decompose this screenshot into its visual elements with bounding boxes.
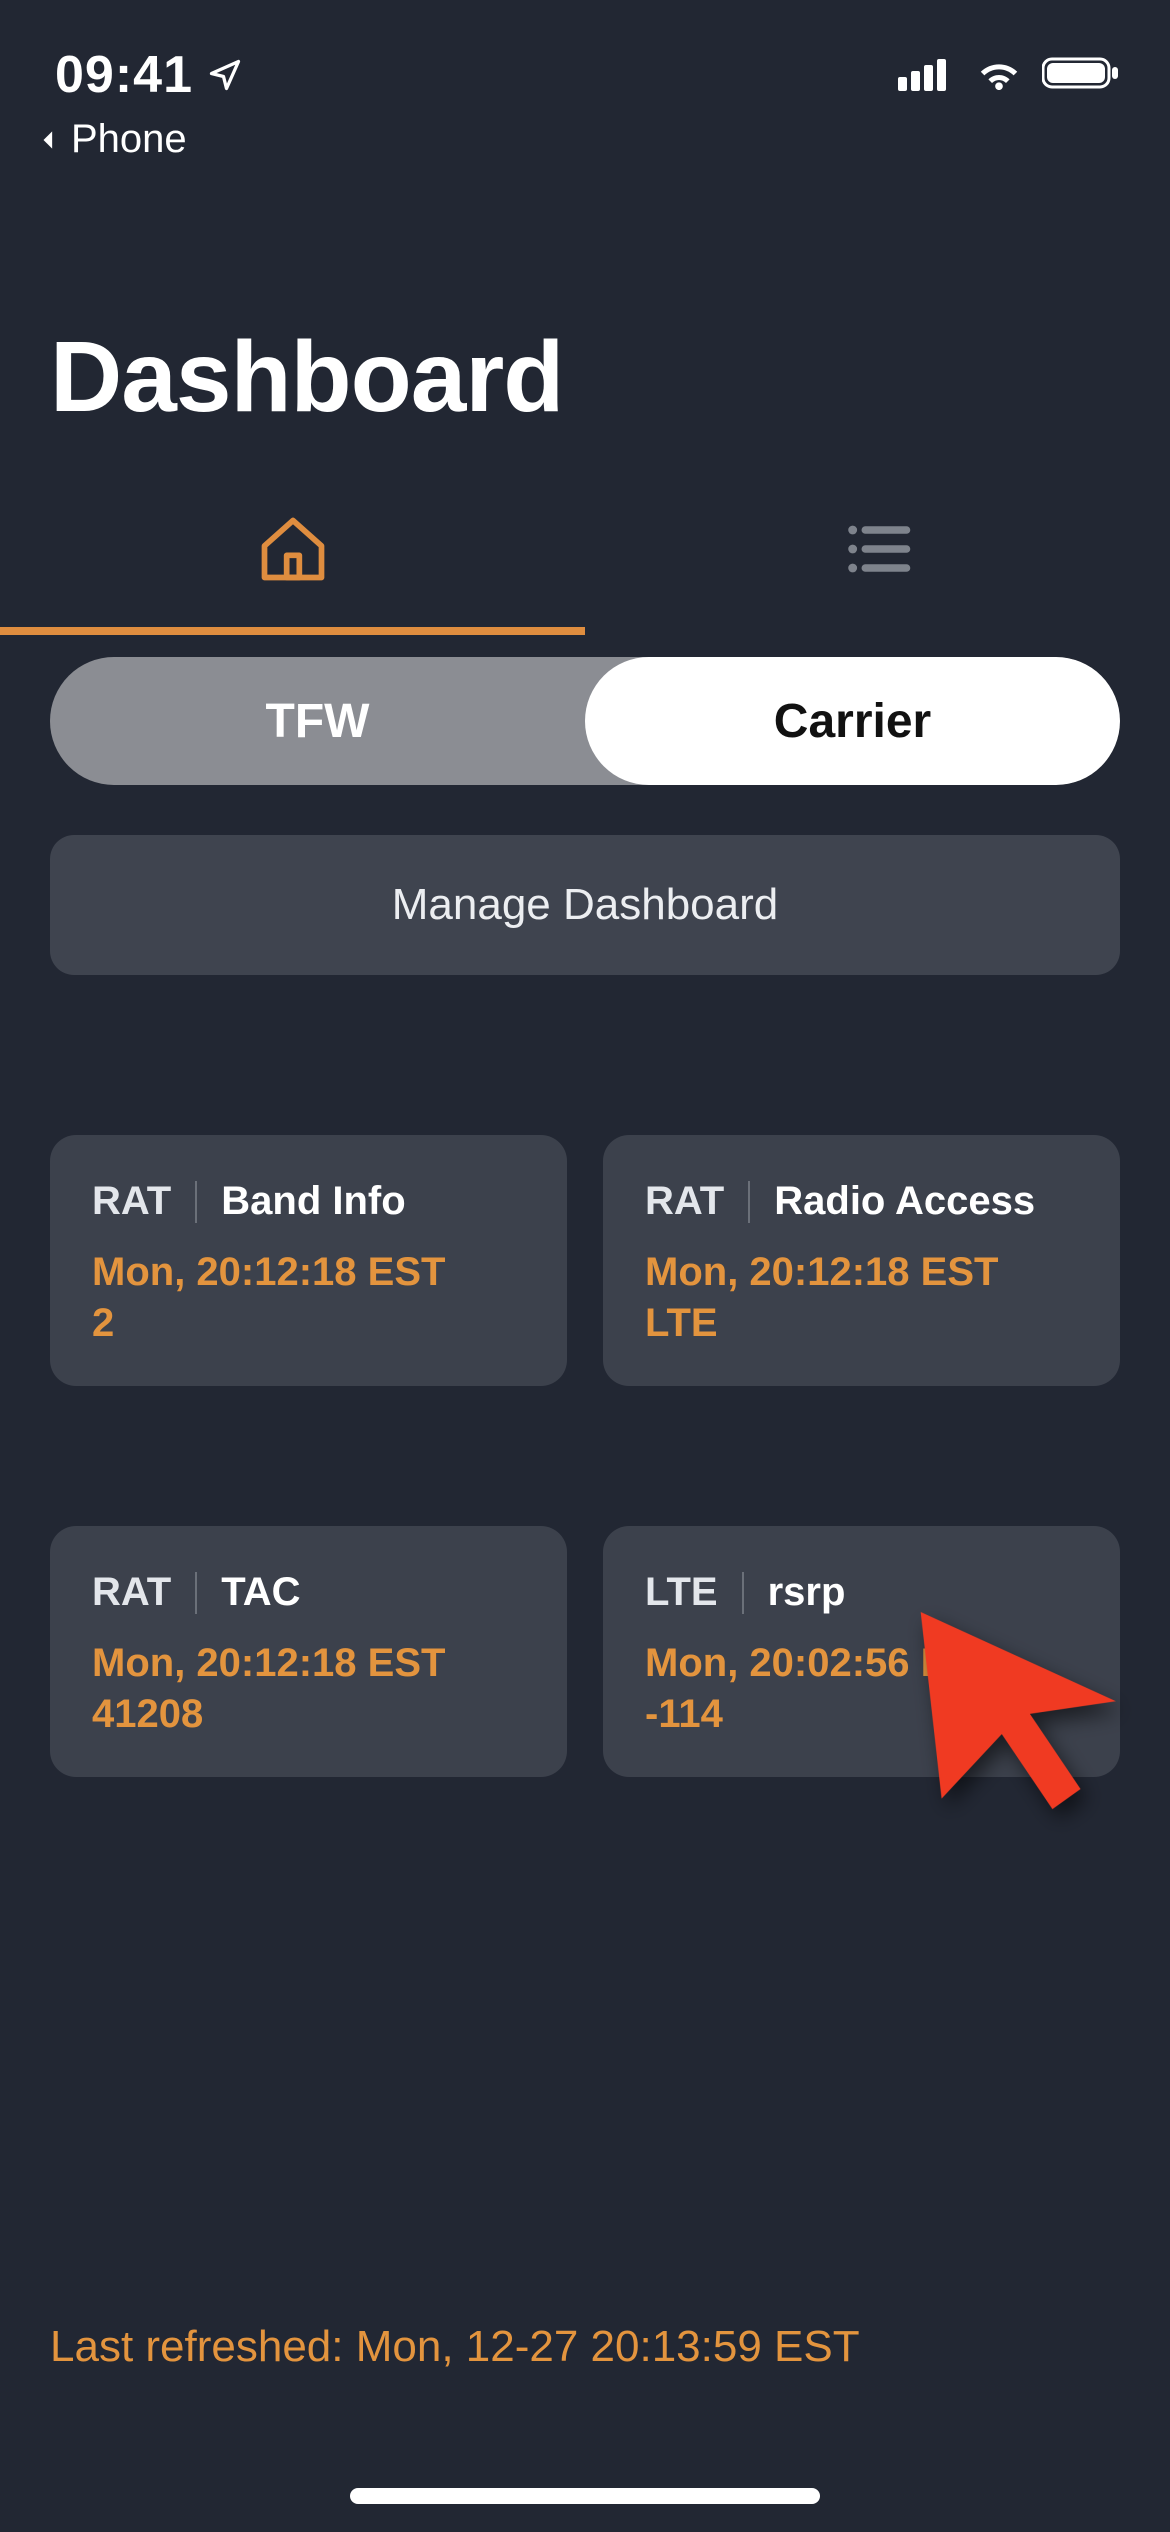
segment-carrier-label: Carrier [774, 694, 931, 749]
card-title: Band Info [221, 1179, 405, 1224]
card-value: 41208 [92, 1692, 525, 1737]
divider [195, 1572, 197, 1614]
page-title: Dashboard [0, 140, 1170, 475]
manage-dashboard-label: Manage Dashboard [392, 880, 778, 930]
carrier-segmented-control: TFW Carrier [50, 657, 1120, 785]
status-bar-right [898, 45, 1120, 91]
status-time: 09:41 [55, 45, 193, 105]
card-value: 2 [92, 1301, 525, 1346]
wifi-icon [974, 55, 1024, 91]
cellular-icon [898, 55, 956, 91]
divider [195, 1181, 197, 1223]
card-value: LTE [645, 1301, 1078, 1346]
list-icon [840, 511, 916, 592]
status-bar: 09:41 Phone [0, 0, 1170, 140]
divider [742, 1572, 744, 1614]
card-category: RAT [92, 1570, 171, 1615]
battery-icon [1042, 55, 1120, 91]
card-title: TAC [221, 1570, 300, 1615]
card-title: rsrp [768, 1570, 846, 1615]
back-to-app-button[interactable]: Phone [37, 117, 243, 162]
tab-list[interactable] [585, 475, 1170, 635]
manage-dashboard-button[interactable]: Manage Dashboard [50, 835, 1120, 975]
card-category: LTE [645, 1570, 718, 1615]
card-timestamp: Mon, 20:12:18 EST [92, 1641, 525, 1686]
segment-tfw-label: TFW [266, 694, 370, 749]
divider [748, 1181, 750, 1223]
card-category: RAT [92, 1179, 171, 1224]
back-app-label: Phone [71, 117, 187, 162]
metric-card-radio-access[interactable]: RAT Radio Access Mon, 20:12:18 EST LTE [603, 1135, 1120, 1386]
card-title: Radio Access [774, 1179, 1035, 1224]
home-icon [255, 511, 331, 592]
last-refreshed-label: Last refreshed: Mon, 12-27 20:13:59 EST [50, 2322, 860, 2372]
metric-card-tac[interactable]: RAT TAC Mon, 20:12:18 EST 41208 [50, 1526, 567, 1777]
tab-home[interactable] [0, 475, 585, 635]
location-icon [207, 57, 243, 93]
metric-card-band-info[interactable]: RAT Band Info Mon, 20:12:18 EST 2 [50, 1135, 567, 1386]
view-mode-tabs [0, 475, 1170, 635]
segment-tfw[interactable]: TFW [50, 657, 585, 785]
card-category: RAT [645, 1179, 724, 1224]
annotation-arrow-icon [891, 1576, 1139, 1824]
segment-carrier[interactable]: Carrier [585, 657, 1120, 785]
card-timestamp: Mon, 20:12:18 EST [92, 1250, 525, 1295]
home-indicator[interactable] [350, 2488, 820, 2504]
card-timestamp: Mon, 20:12:18 EST [645, 1250, 1078, 1295]
status-bar-left: 09:41 Phone [55, 45, 243, 162]
